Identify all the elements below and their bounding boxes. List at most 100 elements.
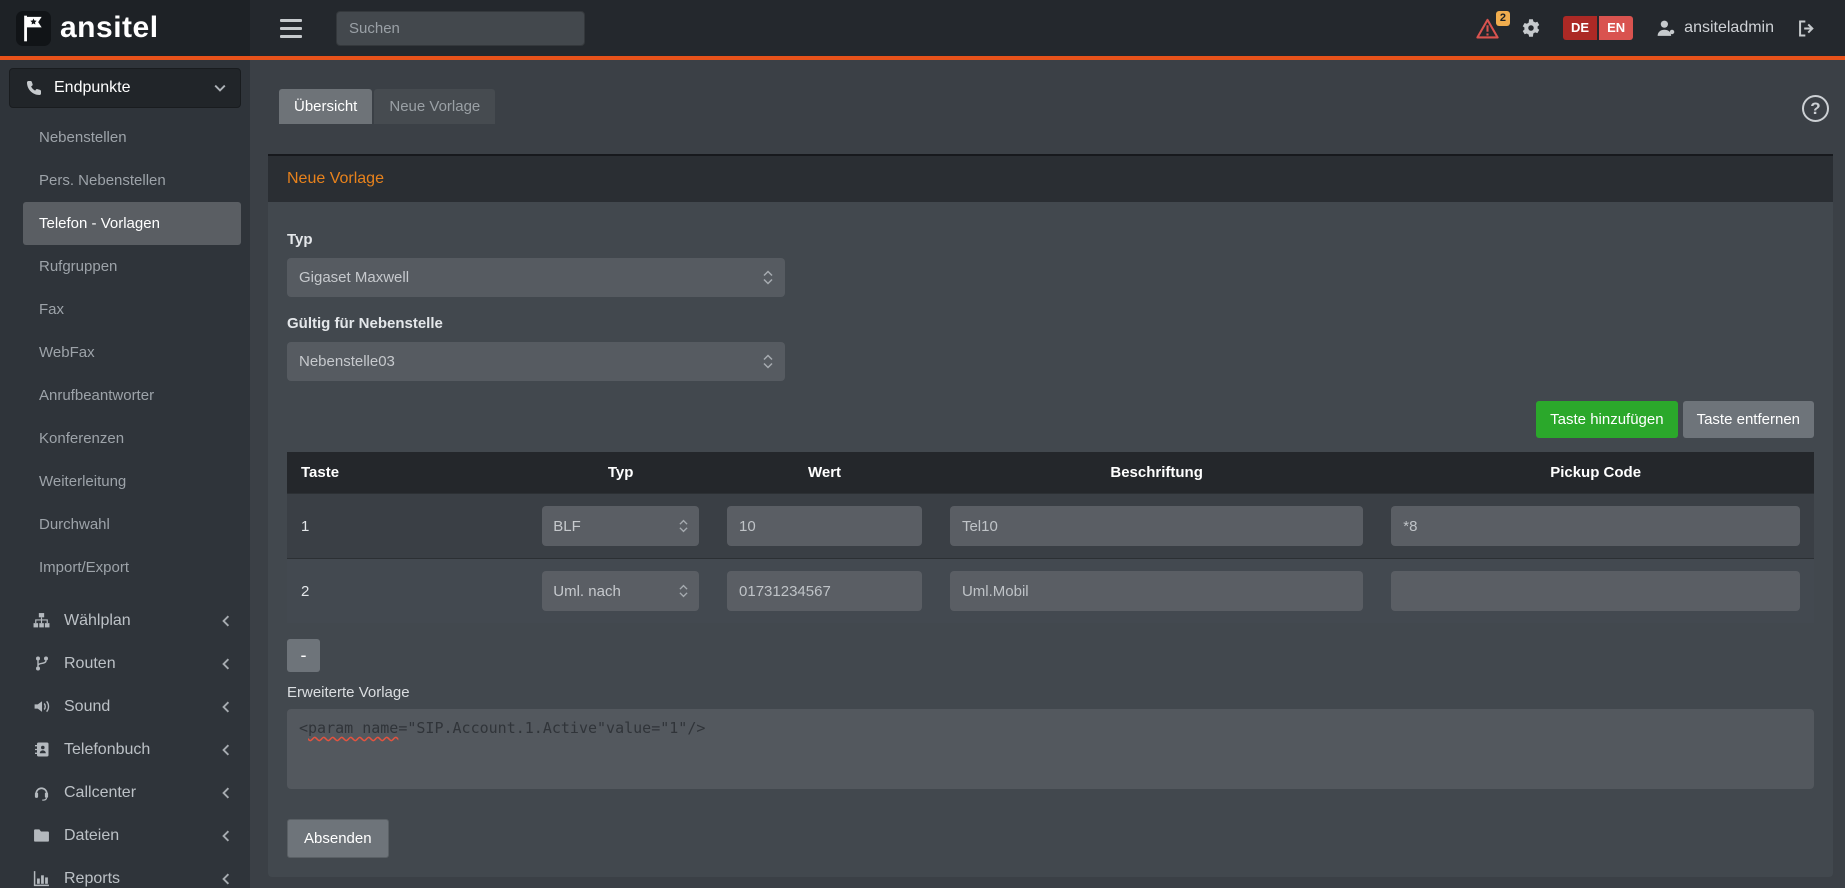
sidebar-item-fax[interactable]: Fax (23, 288, 241, 331)
sidebar-item-label: Endpunkte (54, 79, 131, 97)
sidebar-item-routen[interactable]: Routen (0, 642, 250, 685)
sidebar-item-waehlplan[interactable]: Wählplan (0, 599, 250, 642)
code-text-marked: param name (308, 719, 398, 737)
sidebar: Endpunkte Nebenstellen Pers. Nebenstelle… (0, 60, 250, 888)
tab-neue-vorlage[interactable]: Neue Vorlage (374, 89, 495, 124)
key-label-input[interactable] (950, 571, 1363, 611)
sidebar-item-import-export[interactable]: Import/Export (23, 546, 241, 589)
sidebar-item-label: Callcenter (64, 784, 136, 802)
topbar-actions: 2 DE EN ansiteladmin (1476, 16, 1845, 40)
sidebar-item-label: Routen (64, 655, 116, 673)
select-arrows-icon (763, 354, 773, 369)
sidebar-item-sound[interactable]: Sound (0, 685, 250, 728)
branch-icon (32, 655, 51, 672)
submit-button[interactable]: Absenden (287, 819, 389, 858)
sidebar-item-callcenter[interactable]: Callcenter (0, 771, 250, 814)
brand-flag-icon (16, 11, 51, 46)
keys-table: Taste Typ Wert Beschriftung Pickup Code … (287, 452, 1814, 623)
nebenstelle-select-value: Nebenstelle03 (299, 353, 395, 370)
logout-button[interactable] (1796, 19, 1817, 38)
panel-title: Neue Vorlage (268, 154, 1833, 202)
tab-uebersicht[interactable]: Übersicht (279, 89, 372, 124)
chart-icon (32, 870, 51, 887)
typ-select-value: Gigaset Maxwell (299, 269, 409, 286)
chevron-left-icon (222, 701, 230, 713)
sidebar-item-endpunkte[interactable]: Endpunkte (9, 68, 241, 108)
sidebar-item-telefon-vorlagen[interactable]: Telefon - Vorlagen (23, 202, 241, 245)
sidebar-item-label: Reports (64, 870, 120, 888)
typ-label: Typ (287, 231, 1814, 248)
minus-button[interactable]: - (287, 639, 320, 672)
sidebar-item-label: Sound (64, 698, 110, 716)
settings-button[interactable] (1521, 18, 1541, 38)
erweiterte-vorlage-label: Erweiterte Vorlage (287, 684, 1814, 701)
search-input[interactable] (336, 11, 585, 46)
tab-bar: Übersicht Neue Vorlage (279, 89, 1845, 124)
chevron-left-icon (222, 615, 230, 627)
select-arrows-icon (679, 584, 688, 598)
key-label-input[interactable] (950, 506, 1363, 546)
key-type-select[interactable]: Uml. nach (542, 571, 699, 611)
chevron-down-icon (214, 84, 226, 92)
lang-en-button[interactable]: EN (1599, 16, 1633, 40)
main-content: Übersicht Neue Vorlage ? Neue Vorlage Ty… (250, 60, 1845, 888)
column-header-pickup-code: Pickup Code (1377, 452, 1814, 494)
sidebar-item-nebenstellen[interactable]: Nebenstellen (23, 116, 241, 159)
sidebar-item-durchwahl[interactable]: Durchwahl (23, 503, 241, 546)
nebenstelle-select[interactable]: Nebenstelle03 (287, 342, 785, 381)
sidebar-item-konferenzen[interactable]: Konferenzen (23, 417, 241, 460)
sidebar-item-label: Wählplan (64, 612, 131, 630)
key-pickup-input[interactable] (1391, 506, 1800, 546)
menu-toggle-button[interactable] (280, 19, 304, 38)
sidebar-item-reports[interactable]: Reports (0, 857, 250, 888)
template-textarea[interactable]: <param name="SIP.Account.1.Active"value=… (287, 709, 1814, 789)
alert-count-badge: 2 (1496, 11, 1510, 26)
table-row: 2 Uml. nach (287, 559, 1814, 624)
column-header-taste: Taste (287, 452, 528, 494)
typ-select[interactable]: Gigaset Maxwell (287, 258, 785, 297)
add-key-button[interactable]: Taste hinzufügen (1536, 401, 1677, 438)
column-header-wert: Wert (713, 452, 936, 494)
user-icon (1655, 19, 1676, 37)
lang-de-button[interactable]: DE (1563, 16, 1597, 40)
logout-icon (1796, 19, 1817, 38)
sidebar-item-weiterleitung[interactable]: Weiterleitung (23, 460, 241, 503)
column-header-typ: Typ (528, 452, 713, 494)
phone-icon (24, 80, 42, 96)
sidebar-item-webfax[interactable]: WebFax (23, 331, 241, 374)
folder-icon (32, 827, 51, 844)
help-button[interactable]: ? (1802, 95, 1829, 122)
code-text: ="SIP.Account.1.Active"value="1"/> (398, 719, 705, 737)
sidebar-item-rufgruppen[interactable]: Rufgruppen (23, 245, 241, 288)
table-header-row: Taste Typ Wert Beschriftung Pickup Code (287, 452, 1814, 494)
sitemap-icon (32, 612, 51, 629)
chevron-left-icon (222, 744, 230, 756)
nebenstelle-label: Gültig für Nebenstelle (287, 315, 1814, 332)
sidebar-item-telefonbuch[interactable]: Telefonbuch (0, 728, 250, 771)
sidebar-item-label: Dateien (64, 827, 119, 845)
key-value-input[interactable] (727, 506, 922, 546)
table-row: 1 BLF (287, 494, 1814, 559)
remove-key-button[interactable]: Taste entfernen (1683, 401, 1814, 438)
key-type-value: BLF (553, 518, 581, 535)
sidebar-item-anrufbeantworter[interactable]: Anrufbeantworter (23, 374, 241, 417)
topbar: ansitel 2 DE EN ansiteladmin (0, 0, 1845, 56)
key-value-input[interactable] (727, 571, 922, 611)
sidebar-item-pers-nebenstellen[interactable]: Pers. Nebenstellen (23, 159, 241, 202)
brand-name: ansitel (60, 11, 159, 45)
key-pickup-input[interactable] (1391, 571, 1800, 611)
chevron-left-icon (222, 658, 230, 670)
volume-icon (32, 698, 51, 715)
key-type-select[interactable]: BLF (542, 506, 699, 546)
sidebar-item-dateien[interactable]: Dateien (0, 814, 250, 857)
select-arrows-icon (763, 270, 773, 285)
panel-body: Typ Gigaset Maxwell Gültig für Nebenstel… (268, 202, 1833, 877)
alerts-button[interactable]: 2 (1476, 18, 1499, 39)
panel-neue-vorlage: Neue Vorlage Typ Gigaset Maxwell Gültig … (268, 154, 1833, 877)
user-menu[interactable]: ansiteladmin (1655, 19, 1774, 37)
language-switcher: DE EN (1563, 16, 1633, 40)
key-number: 2 (287, 559, 528, 624)
chevron-left-icon (222, 830, 230, 842)
brand-logo: ansitel (0, 0, 250, 56)
gear-icon (1521, 18, 1541, 38)
